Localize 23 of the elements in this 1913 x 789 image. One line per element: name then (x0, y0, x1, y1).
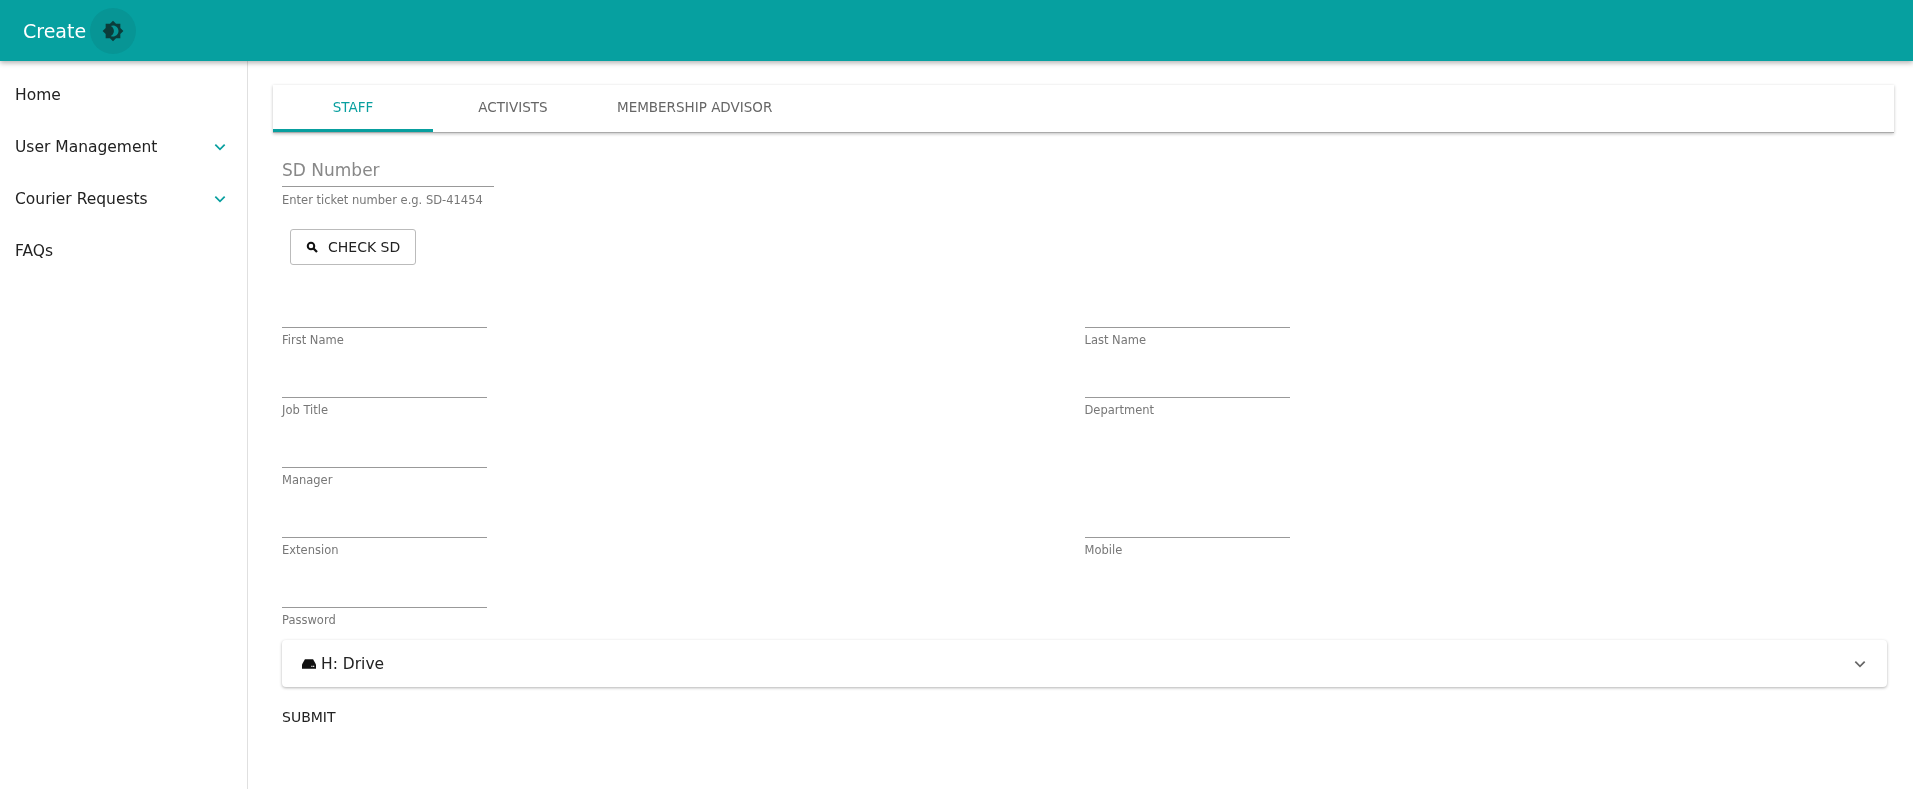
field-label: Extension (282, 543, 340, 557)
brightness-icon (102, 19, 125, 42)
check-sd-button[interactable]: CHECK SD (290, 229, 417, 265)
hard-drive-icon (302, 657, 316, 670)
drive-expansion-panel[interactable]: H: Drive (282, 640, 1887, 687)
tab[interactable]: MEMBERSHIP ADVISOR (593, 85, 797, 132)
field-label: Last Name (1084, 333, 1148, 347)
sidebar-item[interactable]: Courier Requests (0, 173, 247, 225)
sidebar-item[interactable]: Home (0, 69, 247, 121)
panel-title: H: Drive (321, 654, 385, 673)
app-title: Create (23, 19, 87, 42)
sidebar-item[interactable]: User Management (0, 121, 247, 173)
field-label: Mobile (1084, 543, 1124, 557)
field-label: Job Title (282, 403, 330, 417)
field-label: Password (282, 613, 337, 627)
sidebar-item[interactable]: FAQs (0, 225, 247, 277)
field-label: First Name (282, 333, 345, 347)
field-label: Department (1084, 403, 1156, 417)
field-label: Manager (282, 473, 334, 487)
submit-button[interactable]: SUBMIT (282, 705, 336, 729)
tab[interactable]: ACTIVISTS (433, 85, 593, 132)
search-icon (306, 241, 318, 253)
helper-text: Enter ticket number e.g. SD-41454 (282, 193, 484, 207)
